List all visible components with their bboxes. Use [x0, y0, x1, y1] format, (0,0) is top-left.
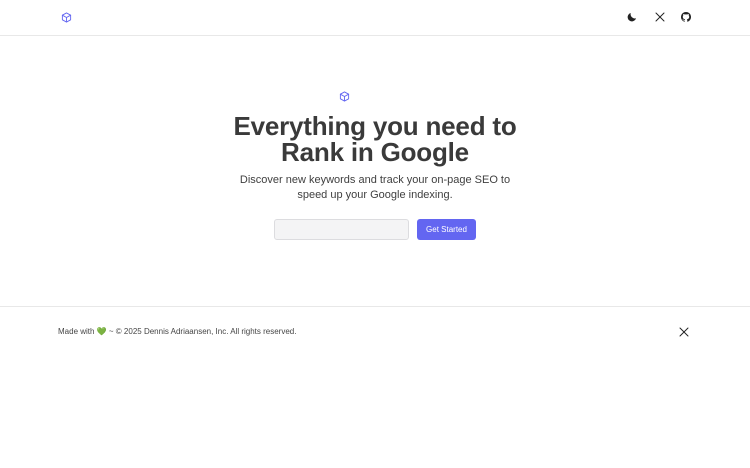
x-icon[interactable]	[678, 326, 690, 338]
footer-made-with: Made with	[58, 327, 95, 336]
site-footer: Made with 💚 ~ © 2025 Dennis Adriaansen, …	[0, 306, 750, 468]
box-logo-icon[interactable]	[61, 12, 72, 23]
box-icon	[339, 91, 350, 102]
site-header	[0, 0, 750, 36]
x-icon[interactable]	[654, 11, 666, 23]
hero-subtitle: Discover new keywords and track your on-…	[200, 173, 550, 203]
hero-subtitle-line-2: speed up your Google indexing.	[297, 189, 453, 201]
get-started-button[interactable]: Get Started	[417, 219, 476, 240]
signup-input[interactable]	[274, 219, 409, 240]
hero-title: Everything you need to Rank in Google	[150, 113, 600, 165]
hero-title-line-2: Rank in Google	[281, 137, 469, 167]
github-icon[interactable]	[680, 11, 692, 23]
moon-icon[interactable]	[626, 11, 638, 23]
footer-copyright-text: ~ © 2025 Dennis Adriaansen, Inc. All rig…	[108, 327, 297, 336]
hero-subtitle-line-1: Discover new keywords and track your on-…	[239, 174, 511, 186]
footer-copyright: Made with 💚 ~ © 2025 Dennis Adriaansen, …	[58, 327, 296, 337]
heart-emoji: 💚	[96, 327, 107, 336]
